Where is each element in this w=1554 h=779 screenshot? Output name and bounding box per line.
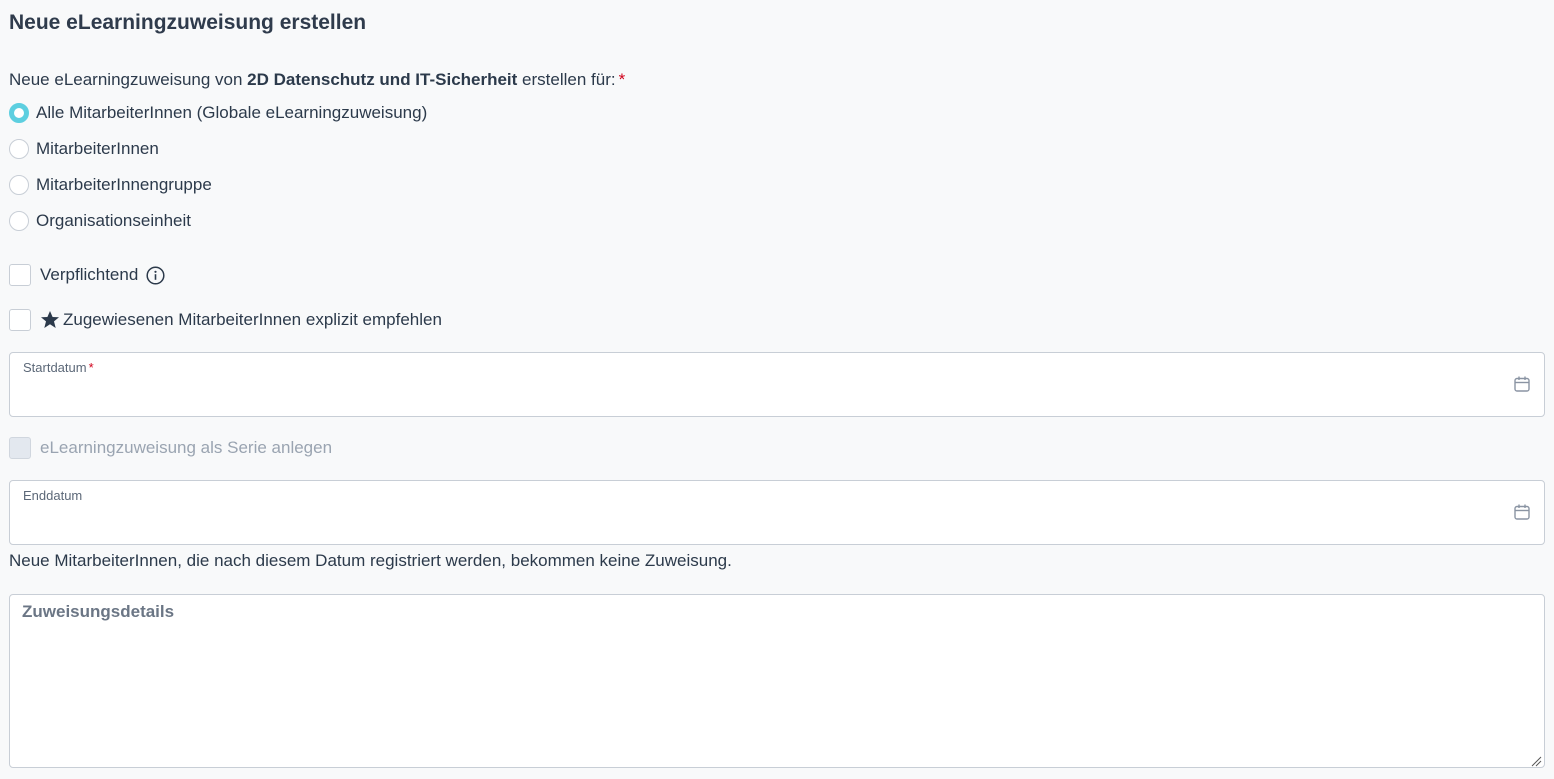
start-date-label-text: Startdatum: [23, 360, 87, 375]
intro-text: Neue eLearningzuweisung von 2D Datenschu…: [9, 70, 625, 90]
radio-button-selected[interactable]: [9, 103, 29, 123]
radio-option-employee-group[interactable]: MitarbeiterInnengruppe: [9, 173, 212, 197]
info-icon[interactable]: [146, 265, 165, 285]
assignment-form-page: Neue eLearningzuweisung erstellen Neue e…: [0, 0, 1554, 779]
course-name: 2D Datenschutz und IT-Sicherheit: [247, 70, 518, 89]
end-date-label: Enddatum: [23, 488, 83, 503]
recommend-label: Zugewiesenen MitarbeiterInnen explizit e…: [63, 310, 442, 329]
start-date-field[interactable]: Startdatum *: [9, 352, 1545, 417]
required-mark: *: [618, 70, 626, 89]
radio-label: MitarbeiterInnengruppe: [36, 175, 212, 194]
recommend-option: Zugewiesenen MitarbeiterInnen explizit e…: [9, 308, 442, 332]
mandatory-option: Verpflichtend: [9, 263, 165, 287]
recommend-checkbox[interactable]: [9, 309, 31, 331]
page-title: Neue eLearningzuweisung erstellen: [9, 11, 367, 34]
radio-button[interactable]: [9, 139, 29, 159]
radio-label: Alle MitarbeiterInnen (Globale eLearning…: [36, 103, 428, 122]
resize-handle-icon[interactable]: [1531, 754, 1542, 767]
radio-label: MitarbeiterInnen: [36, 139, 159, 158]
radio-button[interactable]: [9, 175, 29, 195]
series-checkbox[interactable]: [9, 437, 31, 459]
calendar-icon[interactable]: [1513, 503, 1531, 521]
start-date-input[interactable]: [23, 381, 1487, 409]
intro-suffix: erstellen für:: [517, 70, 616, 89]
end-date-field[interactable]: Enddatum: [9, 480, 1545, 545]
end-date-input[interactable]: [23, 509, 1487, 537]
mandatory-label: Verpflichtend: [40, 265, 139, 284]
radio-option-org-unit[interactable]: Organisationseinheit: [9, 209, 191, 233]
radio-button[interactable]: [9, 211, 29, 231]
star-icon: [40, 310, 60, 330]
radio-option-employees[interactable]: MitarbeiterInnen: [9, 137, 159, 161]
series-label: eLearningzuweisung als Serie anlegen: [40, 438, 333, 457]
radio-option-all-employees[interactable]: Alle MitarbeiterInnen (Globale eLearning…: [9, 101, 427, 125]
end-date-hint: Neue MitarbeiterInnen, die nach diesem D…: [9, 551, 732, 570]
details-textarea[interactable]: [10, 595, 1544, 767]
mandatory-checkbox[interactable]: [9, 264, 31, 286]
calendar-icon[interactable]: [1513, 375, 1531, 393]
intro-prefix: Neue eLearningzuweisung von: [9, 70, 248, 89]
required-mark: *: [88, 360, 94, 375]
series-option: eLearningzuweisung als Serie anlegen: [9, 436, 332, 460]
start-date-label: Startdatum *: [23, 360, 94, 375]
radio-label: Organisationseinheit: [36, 211, 191, 230]
details-field[interactable]: [9, 594, 1545, 768]
